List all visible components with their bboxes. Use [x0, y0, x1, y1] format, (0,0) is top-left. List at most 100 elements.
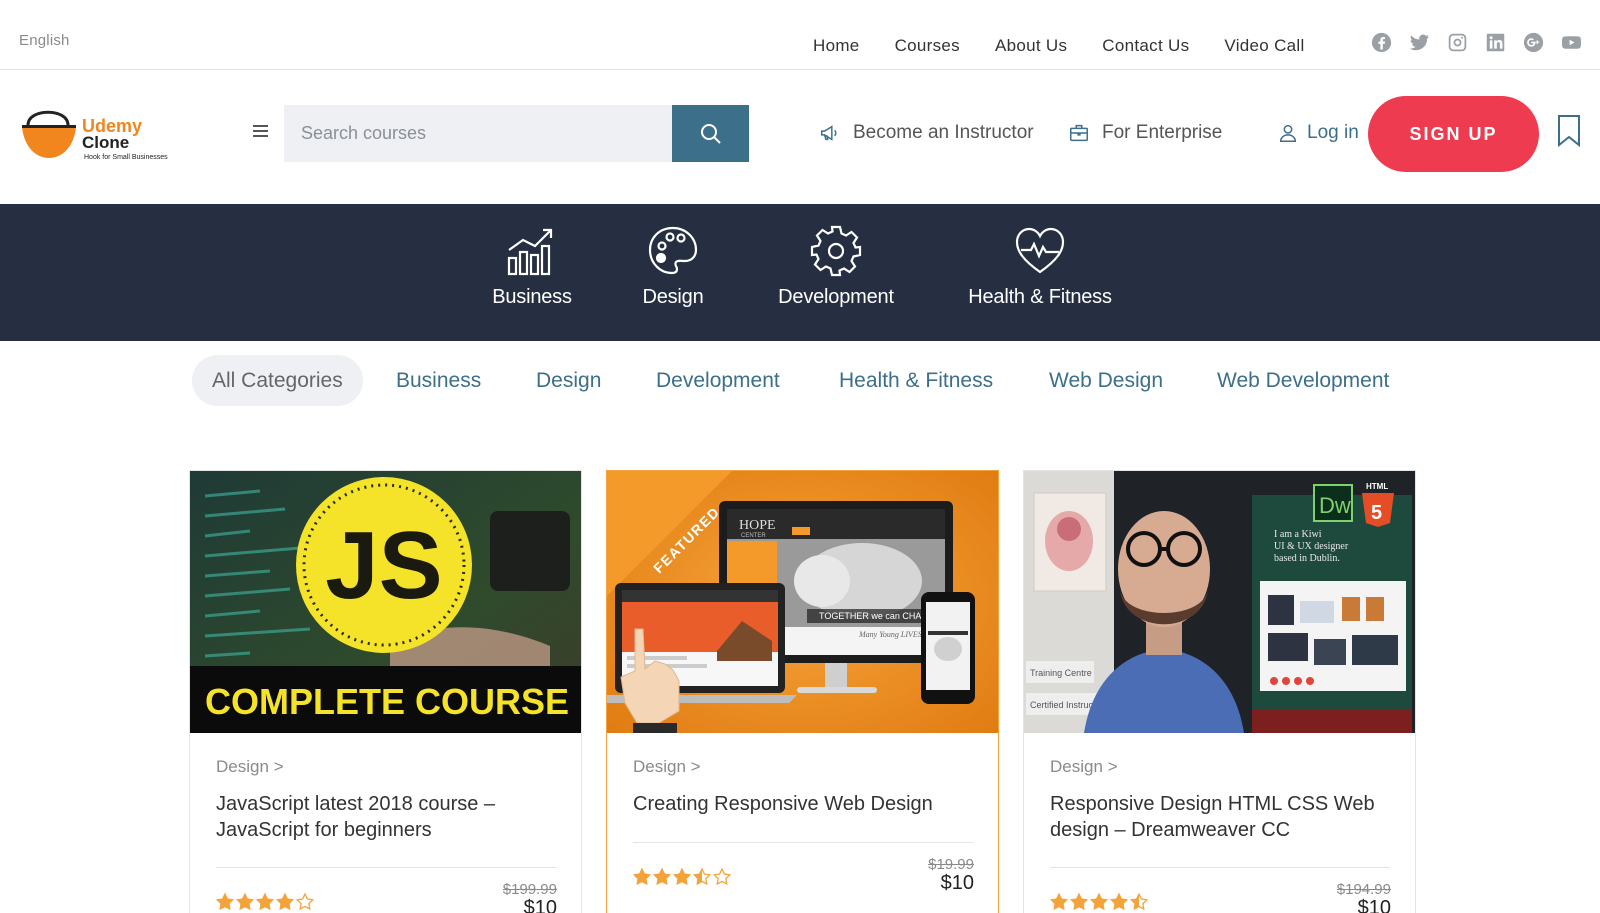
card-divider	[1050, 867, 1390, 868]
facebook-icon[interactable]	[1371, 32, 1392, 53]
hope-logo-subtext: CENTER	[741, 533, 766, 539]
star-full-icon	[653, 868, 671, 886]
course-title[interactable]: Responsive Design HTML CSS Web design – …	[1050, 791, 1395, 843]
nav-about-us[interactable]: About Us	[995, 36, 1067, 56]
js-badge-text: JS	[325, 512, 442, 619]
linkedin-icon[interactable]	[1485, 32, 1506, 53]
course-thumbnail[interactable]: Training Centre Certified Instructor Dw …	[1024, 471, 1415, 733]
palette-icon	[648, 226, 698, 275]
search-button[interactable]	[672, 105, 749, 162]
band-category-design[interactable]: Design	[642, 224, 704, 309]
nav-courses[interactable]: Courses	[895, 36, 960, 56]
rating-stars	[216, 893, 314, 911]
logo-line-2: Clone	[82, 133, 130, 152]
signup-button[interactable]: SIGN UP	[1368, 96, 1539, 172]
login-label: Log in	[1307, 122, 1359, 143]
star-full-icon	[673, 868, 691, 886]
rating-stars	[633, 868, 731, 886]
price: $10	[523, 897, 557, 913]
megaphone-icon	[821, 125, 837, 141]
twitter-icon[interactable]	[1409, 32, 1430, 53]
basket-logo-icon	[22, 110, 76, 158]
top-nav: Home Courses About Us Contact Us Video C…	[813, 36, 1340, 56]
tab-health-fitness[interactable]: Health & Fitness	[839, 355, 993, 406]
card-divider	[633, 842, 973, 843]
instagram-icon[interactable]	[1447, 32, 1468, 53]
star-full-icon	[1070, 893, 1088, 911]
search-icon	[700, 123, 721, 144]
bookmark-icon[interactable]	[1557, 114, 1581, 148]
for-enterprise-label: For Enterprise	[1102, 122, 1223, 143]
star-full-icon	[633, 868, 651, 886]
nav-contact-us[interactable]: Contact Us	[1102, 36, 1189, 56]
social-links	[1371, 32, 1582, 53]
star-full-icon	[216, 893, 234, 911]
star-full-icon	[1110, 893, 1128, 911]
old-price: $199.99	[502, 881, 557, 898]
user-icon	[1279, 124, 1297, 142]
course-thumbnail[interactable]: FEATURED HOPE CENTER TOGETHER we can CHA…	[607, 471, 998, 733]
hope-tagline: TOGETHER we can CHANG	[819, 611, 935, 621]
login-link[interactable]: Log in	[1277, 122, 1359, 144]
course-title[interactable]: Creating Responsive Web Design	[633, 791, 978, 817]
star-full-icon	[1050, 893, 1068, 911]
tab-web-design[interactable]: Web Design	[1049, 355, 1163, 406]
band-category-development[interactable]: Development	[776, 224, 896, 309]
search-input[interactable]	[284, 105, 672, 162]
youtube-icon[interactable]	[1561, 32, 1582, 53]
band-category-label: Business	[492, 286, 572, 308]
tab-web-development[interactable]: Web Development	[1217, 355, 1389, 406]
main-header: Udemy Clone Hook for Small Businesses Be…	[0, 70, 1600, 204]
star-empty-icon	[713, 868, 731, 886]
hope-subline: Many Young LIVES	[858, 630, 922, 639]
site-logo[interactable]: Udemy Clone Hook for Small Businesses	[20, 103, 180, 163]
html-label: HTML	[1366, 482, 1388, 491]
star-full-icon	[1090, 893, 1108, 911]
rating-stars	[1050, 893, 1148, 911]
old-price: $194.99	[1336, 881, 1391, 898]
nav-home[interactable]: Home	[813, 36, 860, 56]
tab-design[interactable]: Design	[536, 355, 601, 406]
course-category[interactable]: Design >	[216, 757, 284, 777]
price: $10	[1357, 897, 1391, 913]
band-category-business[interactable]: Business	[491, 224, 573, 309]
briefcase-icon	[1070, 124, 1088, 142]
complete-course-banner: COMPLETE COURSE	[205, 681, 569, 722]
language-selector[interactable]: English	[19, 32, 70, 49]
google-plus-icon[interactable]	[1523, 32, 1544, 53]
star-half-icon	[693, 868, 711, 886]
kiwi-quote-1: I am a Kiwi	[1274, 529, 1322, 540]
course-title[interactable]: JavaScript latest 2018 course – JavaScri…	[216, 791, 561, 843]
course-card[interactable]: Training Centre Certified Instructor Dw …	[1023, 470, 1416, 913]
star-full-icon	[256, 893, 274, 911]
html5-shield-text: 5	[1371, 502, 1382, 524]
chart-growth-icon	[507, 228, 553, 276]
tab-all-categories[interactable]: All Categories	[192, 355, 363, 406]
nav-video-call[interactable]: Video Call	[1224, 36, 1304, 56]
course-thumbnail[interactable]: JS COMPLETE COURSE	[190, 471, 581, 733]
card-divider	[216, 867, 556, 868]
for-enterprise-link[interactable]: For Enterprise	[1068, 122, 1222, 144]
old-price: $19.99	[928, 856, 974, 873]
course-category[interactable]: Design >	[633, 757, 701, 777]
category-band: Business Design Development Health & Fit…	[0, 204, 1600, 341]
training-centre-tag: Training Centre	[1030, 668, 1092, 678]
price: $10	[940, 872, 974, 894]
course-card[interactable]: JS COMPLETE COURSE Design > JavaScript l…	[189, 470, 582, 913]
course-card-featured[interactable]: FEATURED HOPE CENTER TOGETHER we can CHA…	[606, 470, 999, 913]
course-category[interactable]: Design >	[1050, 757, 1118, 777]
menu-icon[interactable]	[253, 125, 268, 140]
band-category-label: Development	[778, 286, 894, 308]
tab-development[interactable]: Development	[656, 355, 780, 406]
search-bar	[284, 105, 749, 162]
band-category-label: Design	[642, 286, 704, 308]
gear-icon	[810, 225, 862, 277]
star-full-icon	[276, 893, 294, 911]
star-empty-icon	[296, 893, 314, 911]
become-instructor-link[interactable]: Become an Instructor	[819, 122, 1034, 144]
tab-business[interactable]: Business	[396, 355, 481, 406]
band-category-health-fitness[interactable]: Health & Fitness	[966, 224, 1114, 309]
star-full-icon	[236, 893, 254, 911]
kiwi-quote-3: based in Dublin.	[1274, 553, 1340, 564]
kiwi-quote-2: UI & UX designer	[1274, 541, 1349, 552]
